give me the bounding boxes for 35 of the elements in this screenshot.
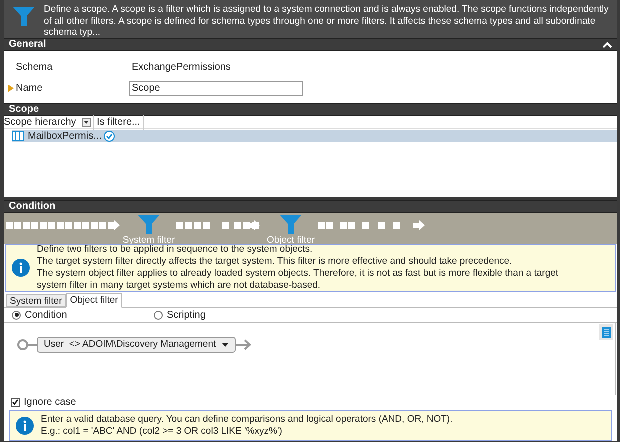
info-text: Enter a valid database query. You can define comparisons and logical operators (AND, OR, NOT). xyxy=(41,414,453,426)
section-header[interactable]: Scope xyxy=(4,103,617,116)
info-text: E.g.: col1 = 'ABC' AND (col2 >= 3 OR col3 LIKE '%xyz%') xyxy=(41,426,284,438)
section-header[interactable]: Condition xyxy=(4,200,617,213)
radio-button[interactable]: Scripting xyxy=(154,308,206,322)
field-label: Name xyxy=(16,82,43,96)
tree-row[interactable]: MailboxPermis... xyxy=(12,130,617,142)
start-node-icon xyxy=(17,339,37,351)
pipeline-label: System filter xyxy=(122,236,176,246)
checkmark-icon xyxy=(12,398,19,406)
ignore-case-checkbox[interactable]: Ignore case xyxy=(4,395,617,409)
info-text: The target system filter directly affects the target system. This filter is more effective and should take precedence. xyxy=(37,256,514,268)
chevron-up-icon[interactable] xyxy=(603,42,612,48)
funnel-icon xyxy=(12,6,36,28)
caret-icon xyxy=(222,343,230,347)
radio-button[interactable]: Condition xyxy=(8,308,154,322)
description-text: Define a scope. A scope is a filter which is assigned to a system connection and is always enabled. The scope functions independently of all other filters. A scope is defined for schema types through one or more filters. It affects these schema types and all subordinate schema typ... xyxy=(44,4,609,38)
info-icon xyxy=(12,259,30,277)
arrow-icon xyxy=(236,339,252,351)
tab[interactable]: System filter xyxy=(6,294,66,307)
pipeline-label: Object filter xyxy=(266,236,316,246)
dropdown-icon[interactable] xyxy=(82,118,91,127)
tree-item-label: MailboxPermis... xyxy=(27,130,103,144)
info-text: The system object filter applies to already loaded system objects. Therefore, it is not as fast but is more flexible than a target system filter in many target systems which are not database-based. xyxy=(37,268,560,292)
table-icon xyxy=(12,131,24,141)
field-value: ExchangePermissions xyxy=(131,61,231,75)
field-label: Schema xyxy=(16,61,53,75)
document-icon[interactable] xyxy=(601,326,611,338)
column-header[interactable]: Scope hierarchy xyxy=(4,115,76,130)
section-header[interactable]: General xyxy=(4,38,617,51)
name-field[interactable]: Scope xyxy=(129,81,303,96)
info-text: Define two filters to be applied in sequence to the system objects. xyxy=(37,244,314,256)
tab[interactable]: Object filter xyxy=(66,293,122,308)
info-icon xyxy=(16,416,34,434)
condition-dropdown[interactable]: User <> ADOIM\Discovery Management xyxy=(37,337,236,353)
